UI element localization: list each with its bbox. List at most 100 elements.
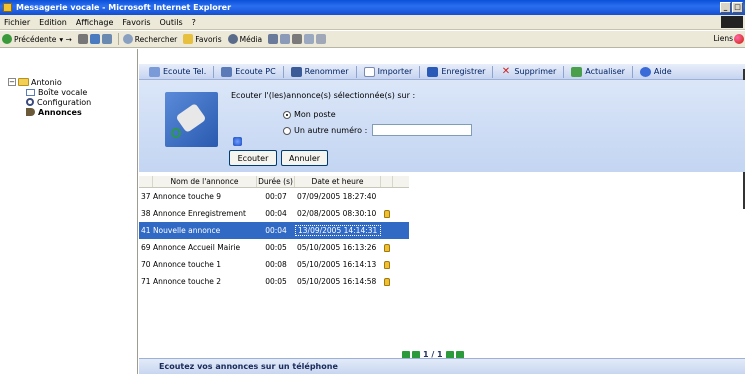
refresh-icon[interactable] bbox=[89, 34, 100, 44]
rename-icon bbox=[290, 66, 302, 77]
listen-panel: Ecouter l'(les)annonce(s) sélectionnée(s… bbox=[139, 80, 745, 172]
folder-icon bbox=[18, 78, 29, 86]
folder-tree: − Antonio Boîte vocale Configuration Ann… bbox=[8, 77, 91, 117]
lock-icon[interactable] bbox=[384, 260, 390, 269]
speaker-icon bbox=[26, 108, 35, 116]
action-bar: Ecoute Tel. Ecoute PC Renommer Importer … bbox=[139, 64, 745, 80]
row-name-cell: 37 Annonce touche 9 bbox=[139, 192, 257, 201]
ie-icon bbox=[3, 3, 12, 12]
speaker-icon bbox=[221, 66, 233, 77]
back-button[interactable]: Précédente ▾ → bbox=[2, 34, 72, 44]
window-title-bar: Messagerie vocale - Microsoft Internet E… bbox=[0, 0, 745, 15]
search-label: Rechercher bbox=[134, 34, 178, 44]
table-row[interactable]: 41 Nouvelle annonce 00:04 13/09/2005 14:14… bbox=[139, 222, 409, 239]
collapse-icon[interactable]: − bbox=[8, 78, 16, 86]
content-pane: Ecoute Tel. Ecoute PC Renommer Importer … bbox=[139, 49, 745, 374]
phone-number-input[interactable] bbox=[372, 124, 472, 136]
media-label: Média bbox=[239, 34, 263, 44]
maximize-button[interactable]: □ bbox=[732, 2, 743, 13]
home-icon[interactable] bbox=[101, 34, 112, 44]
row-name: Annonce Enregistrement bbox=[152, 209, 246, 218]
row-name-cell: 69 Annonce Accueil Mairie bbox=[139, 243, 257, 252]
annuler-button[interactable]: Annuler bbox=[281, 150, 328, 166]
lock-icon[interactable] bbox=[384, 243, 390, 252]
print-icon[interactable] bbox=[292, 34, 303, 44]
table-row[interactable]: 38 Annonce Enregistrement 00:04 02/08/2005… bbox=[139, 205, 409, 222]
enregistrer-button[interactable]: Enregistrer bbox=[427, 66, 486, 77]
importer-button[interactable]: Importer bbox=[363, 66, 412, 77]
lock-icon[interactable] bbox=[384, 277, 390, 286]
telephone-icon bbox=[165, 92, 218, 147]
ecoute-tel-button[interactable]: Ecoute Tel. bbox=[149, 66, 207, 77]
row-name-cell: 70 Annonce touche 1 bbox=[139, 260, 257, 269]
favorites-button[interactable]: Favoris bbox=[183, 34, 222, 44]
option-autre-numero[interactable]: Un autre numéro : bbox=[283, 126, 367, 135]
actualiser-button[interactable]: Actualiser bbox=[571, 66, 625, 77]
messenger-icon[interactable] bbox=[734, 34, 744, 44]
voicemail-icon bbox=[26, 88, 35, 96]
toolbar-separator bbox=[117, 33, 119, 45]
menu-affichage[interactable]: Affichage bbox=[76, 18, 114, 27]
tree-item-annonces[interactable]: Annonces bbox=[26, 107, 91, 117]
action-label: Ecoute Tel. bbox=[163, 67, 207, 76]
media-button[interactable]: Média bbox=[227, 34, 263, 44]
phone-icon bbox=[149, 66, 160, 77]
row-date: 05/10/2005 16:14:13 bbox=[297, 260, 377, 269]
search-icon bbox=[122, 34, 133, 44]
mail-icon[interactable] bbox=[280, 34, 291, 44]
row-date: 05/10/2005 16:13:26 bbox=[297, 243, 377, 252]
row-id: 37 bbox=[141, 192, 151, 201]
aide-button[interactable]: Aide bbox=[639, 66, 672, 77]
window-controls: _ □ bbox=[720, 2, 743, 13]
tree-item-label: Boîte vocale bbox=[38, 87, 88, 97]
annonces-table: Nom de l'annonce Durée (s) Date et heure… bbox=[139, 176, 409, 290]
media-icon bbox=[227, 34, 238, 44]
row-date: 02/08/2005 08:30:10 bbox=[297, 209, 377, 218]
edit-icon[interactable] bbox=[304, 34, 315, 44]
refresh-icon bbox=[571, 66, 583, 77]
table-row[interactable]: 69 Annonce Accueil Mairie 00:05 05/10/2005… bbox=[139, 239, 409, 256]
menu-outils[interactable]: Outils bbox=[160, 18, 183, 27]
import-icon bbox=[363, 66, 375, 77]
links-label[interactable]: Liens bbox=[713, 34, 733, 43]
tree-item-boite-vocale[interactable]: Boîte vocale bbox=[26, 87, 91, 97]
action-label: Enregistrer bbox=[441, 67, 486, 76]
row-id: 41 bbox=[141, 226, 151, 235]
play-icon[interactable] bbox=[233, 137, 242, 146]
menu-help[interactable]: ? bbox=[192, 18, 196, 27]
option-mon-poste[interactable]: Mon poste bbox=[283, 110, 336, 119]
ecoute-pc-button[interactable]: Ecoute PC bbox=[221, 66, 276, 77]
tree-item-configuration[interactable]: Configuration bbox=[26, 97, 91, 107]
menu-fichier[interactable]: Fichier bbox=[4, 18, 30, 27]
supprimer-button[interactable]: ✕ Supprimer bbox=[500, 65, 557, 77]
delete-icon: ✕ bbox=[501, 65, 511, 77]
back-label: Précédente bbox=[14, 34, 57, 44]
tree-item-label: Annonces bbox=[38, 107, 82, 117]
header-date[interactable]: Date et heure bbox=[295, 176, 381, 187]
tree-root-label: Antonio bbox=[31, 77, 62, 87]
header-name[interactable]: Nom de l'annonce bbox=[153, 176, 257, 187]
radio-autre-numero[interactable] bbox=[283, 126, 291, 135]
radio-mon-poste[interactable] bbox=[283, 110, 291, 119]
stop-icon[interactable] bbox=[77, 34, 88, 44]
history-icon[interactable] bbox=[268, 34, 279, 44]
row-duration: 00:05 bbox=[265, 277, 287, 286]
table-row[interactable]: 70 Annonce touche 1 00:08 05/10/2005 16:14… bbox=[139, 256, 409, 273]
search-button[interactable]: Rechercher bbox=[122, 34, 178, 44]
discuss-icon[interactable] bbox=[316, 34, 327, 44]
menu-favoris[interactable]: Favoris bbox=[122, 18, 150, 27]
header-duration[interactable]: Durée (s) bbox=[257, 176, 295, 187]
tree-root[interactable]: − Antonio bbox=[8, 77, 91, 87]
action-separator bbox=[631, 65, 633, 78]
ecouter-button[interactable]: Ecouter bbox=[229, 150, 277, 166]
header-spacer bbox=[139, 176, 153, 187]
renommer-button[interactable]: Renommer bbox=[290, 66, 349, 77]
row-id: 71 bbox=[141, 277, 151, 286]
row-date: 05/10/2005 16:14:58 bbox=[297, 277, 377, 286]
table-row[interactable]: 37 Annonce touche 9 00:07 07/09/2005 18:27… bbox=[139, 188, 409, 205]
row-lock-cell bbox=[381, 243, 393, 252]
table-row[interactable]: 71 Annonce touche 2 00:05 05/10/2005 16:14… bbox=[139, 273, 409, 290]
menu-edition[interactable]: Edition bbox=[39, 18, 67, 27]
lock-icon[interactable] bbox=[384, 209, 390, 218]
minimize-button[interactable]: _ bbox=[720, 2, 731, 13]
